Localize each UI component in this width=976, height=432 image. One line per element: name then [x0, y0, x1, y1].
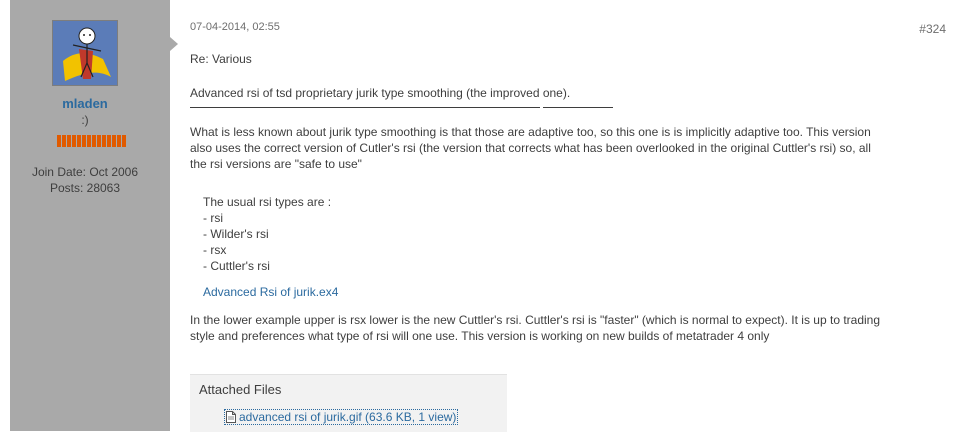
message-line: the rsi versions are "safe to use": [190, 157, 362, 171]
post-number-link[interactable]: #324: [919, 22, 946, 36]
list-item: - Cuttler's rsi: [203, 259, 270, 273]
reputation-pip: [57, 135, 61, 147]
message-line: style and preferences what type of rsi w…: [190, 329, 770, 343]
reputation-pip: [77, 135, 81, 147]
message-line: In the lower example upper is rsx lower …: [190, 313, 881, 327]
reputation-pip: [102, 135, 106, 147]
divider-short: [543, 107, 613, 108]
reputation-bar: [57, 135, 126, 147]
list-item: - Wilder's rsi: [203, 227, 269, 241]
message-line: also uses the correct version of Cutler'…: [190, 141, 871, 155]
message-paragraph: In the lower example upper is rsx lower …: [190, 312, 950, 344]
message-line: What is less known about jurik type smoo…: [190, 125, 871, 139]
reputation-pip: [112, 135, 116, 147]
list-item: - rsx: [203, 243, 227, 257]
divider-long: [190, 107, 540, 108]
reputation-pip: [107, 135, 111, 147]
post-date: 07-04-2014, 02:55: [190, 21, 280, 33]
reputation-pip: [97, 135, 101, 147]
message-paragraph: What is less known about jurik type smoo…: [190, 124, 950, 172]
list-item: - rsi: [203, 211, 223, 225]
reputation-pip: [72, 135, 76, 147]
reputation-pip: [122, 135, 126, 147]
avatar-image: [53, 21, 117, 85]
username-link[interactable]: mladen: [10, 96, 160, 111]
reputation-pip: [92, 135, 96, 147]
reputation-pip: [82, 135, 86, 147]
post-title: Re: Various: [190, 52, 252, 66]
user-title: :): [81, 113, 89, 127]
post-count: Posts: 28063: [49, 181, 121, 195]
reputation-pip: [62, 135, 66, 147]
join-date: Join Date: Oct 2006: [31, 165, 139, 179]
attached-file-label: advanced rsi of jurik.gif (63.6 KB, 1 vi…: [239, 410, 457, 424]
attached-files-header: Attached Files: [199, 382, 282, 397]
sidebar-pointer: [170, 37, 178, 51]
reputation-pip: [67, 135, 71, 147]
message-line: Advanced rsi of tsd proprietary jurik ty…: [190, 86, 571, 100]
attachment-link[interactable]: Advanced Rsi of jurik.ex4: [203, 284, 950, 300]
reputation-pip: [117, 135, 121, 147]
underline-divider: [190, 107, 950, 108]
attached-file-link[interactable]: advanced rsi of jurik.gif (63.6 KB, 1 vi…: [224, 409, 459, 425]
avatar[interactable]: [52, 20, 118, 86]
user-sidebar: mladen :) Join Date: Oct 2006 Posts: 280…: [10, 0, 178, 431]
attached-files-box: Attached Files advanced rsi of jurik.gif…: [190, 374, 507, 432]
image-file-icon: [226, 411, 236, 423]
post-message: Advanced rsi of tsd proprietary jurik ty…: [190, 85, 950, 344]
rsi-types-list: The usual rsi types are : - rsi - Wilder…: [203, 194, 950, 274]
reputation-pip: [87, 135, 91, 147]
list-intro: The usual rsi types are :: [203, 195, 332, 209]
